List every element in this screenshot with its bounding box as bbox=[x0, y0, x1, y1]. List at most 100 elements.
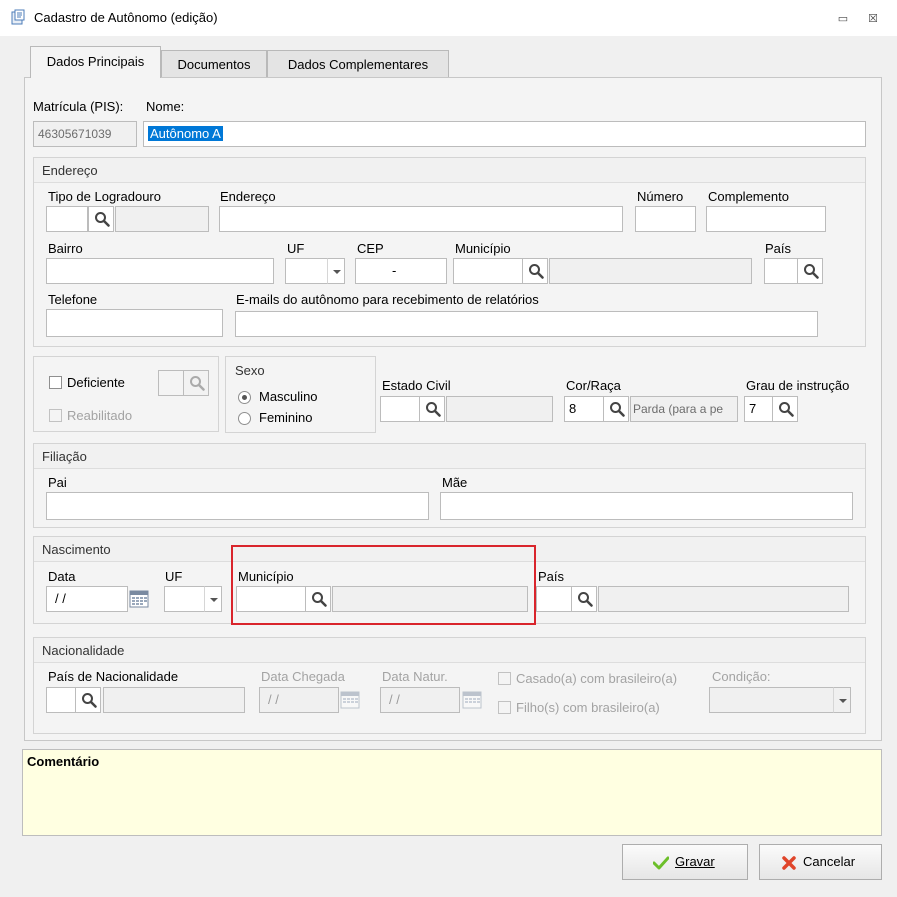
tipo-logradouro-search-button[interactable] bbox=[88, 206, 114, 232]
tab-dados-principais[interactable]: Dados Principais bbox=[30, 46, 161, 78]
calendar-icon[interactable] bbox=[126, 586, 152, 612]
gravar-button[interactable]: Gravar bbox=[622, 844, 748, 880]
bairro-input[interactable] bbox=[46, 258, 274, 284]
tab-dados-complementares[interactable]: Dados Complementares bbox=[267, 50, 449, 78]
pais-nascimento-search-button[interactable] bbox=[571, 586, 597, 612]
cep-input[interactable]: - bbox=[355, 258, 447, 284]
municipio-search-button[interactable] bbox=[522, 258, 548, 284]
complemento-input[interactable] bbox=[706, 206, 826, 232]
estado-civil-desc-field bbox=[446, 396, 553, 422]
deficiencia-search-button bbox=[183, 370, 209, 396]
pais-nacionalidade-search-button[interactable] bbox=[75, 687, 101, 713]
pais-nacionalidade-code-input[interactable] bbox=[46, 687, 76, 713]
tipo-logradouro-label: Tipo de Logradouro bbox=[48, 189, 161, 204]
pais-search-button[interactable] bbox=[797, 258, 823, 284]
search-icon bbox=[578, 592, 593, 607]
matricula-field[interactable]: 46305671039 bbox=[33, 121, 137, 147]
tab-label: Dados Principais bbox=[46, 54, 145, 69]
uf-label: UF bbox=[287, 241, 305, 256]
chevron-down-icon[interactable] bbox=[204, 586, 222, 612]
chevron-down-icon bbox=[833, 687, 851, 713]
bairro-label: Bairro bbox=[48, 241, 83, 256]
filiacao-header: Filiação bbox=[34, 444, 865, 469]
tab-documentos[interactable]: Documentos bbox=[161, 50, 267, 78]
pai-label: Pai bbox=[48, 475, 67, 490]
matricula-label: Matrícula (PIS): bbox=[33, 99, 124, 114]
search-icon bbox=[529, 264, 544, 279]
endereco-title: Endereço bbox=[42, 163, 98, 178]
nascimento-title: Nascimento bbox=[42, 542, 111, 557]
uf-nascimento-label: UF bbox=[165, 569, 183, 584]
uf-nascimento-select[interactable] bbox=[164, 586, 208, 612]
filho-brasileiro-checkbox bbox=[498, 701, 511, 714]
minimize-icon[interactable]: ▭ bbox=[836, 12, 850, 26]
pais-nacionalidade-desc-field bbox=[103, 687, 245, 713]
pais-nascimento-label: País bbox=[538, 569, 565, 584]
masculino-label: Masculino bbox=[259, 389, 318, 404]
cor-raca-search-button[interactable] bbox=[603, 396, 629, 422]
casado-brasileiro-checkbox bbox=[498, 672, 511, 685]
nome-label: Nome: bbox=[146, 99, 185, 114]
tab-label: Documentos bbox=[177, 57, 251, 72]
gravar-label: Gravar bbox=[675, 854, 715, 869]
deficiencia-code-input bbox=[158, 370, 184, 396]
search-icon bbox=[95, 212, 110, 227]
emails-input[interactable] bbox=[235, 311, 818, 337]
grau-instrucao-search-button[interactable] bbox=[772, 396, 798, 422]
checkmark-icon bbox=[653, 856, 669, 870]
tipo-logradouro-desc-field bbox=[115, 206, 209, 232]
highlight-box bbox=[231, 545, 536, 625]
calendar-icon bbox=[337, 687, 363, 713]
cor-raca-code-input[interactable]: 8 bbox=[564, 396, 604, 422]
search-icon bbox=[190, 376, 205, 391]
filiacao-title: Filiação bbox=[42, 449, 87, 464]
casado-brasileiro-label: Casado(a) com brasileiro(a) bbox=[516, 671, 678, 686]
pais-nascimento-code-input[interactable] bbox=[536, 586, 572, 612]
grau-instrucao-code-input[interactable]: 7 bbox=[744, 396, 773, 422]
emails-label: E-mails do autônomo para recebimento de … bbox=[236, 292, 539, 307]
title-bar[interactable]: Cadastro de Autônomo (edição) ▭ ☒ bbox=[0, 0, 897, 36]
endereco-input[interactable] bbox=[219, 206, 623, 232]
data-natur-input: / / bbox=[380, 687, 460, 713]
municipio-code-input[interactable] bbox=[453, 258, 523, 284]
tab-label: Dados Complementares bbox=[287, 57, 429, 72]
condicao-label: Condição: bbox=[712, 669, 771, 684]
pais-nacionalidade-label: País de Nacionalidade bbox=[48, 669, 179, 684]
pai-input[interactable] bbox=[46, 492, 429, 520]
pais-label: País bbox=[765, 241, 792, 256]
pais-code-input[interactable] bbox=[764, 258, 798, 284]
cor-raca-label: Cor/Raça bbox=[566, 378, 621, 393]
deficiente-label: Deficiente bbox=[67, 375, 125, 390]
data-nascimento-label: Data bbox=[48, 569, 76, 584]
chevron-down-icon[interactable] bbox=[327, 258, 345, 284]
cancel-x-icon bbox=[782, 856, 796, 870]
dialog-window: Cadastro de Autônomo (edição) ▭ ☒ Dados … bbox=[0, 0, 897, 897]
cancelar-button[interactable]: Cancelar bbox=[759, 844, 882, 880]
nacionalidade-group: Nacionalidade bbox=[33, 637, 866, 734]
tipo-logradouro-code-input[interactable] bbox=[46, 206, 88, 232]
municipio-desc-field bbox=[549, 258, 752, 284]
comentario-textarea[interactable]: Comentário bbox=[22, 749, 882, 836]
search-icon bbox=[82, 693, 97, 708]
masculino-radio[interactable] bbox=[238, 391, 251, 404]
nome-selected-text: Autônomo A bbox=[148, 126, 223, 141]
feminino-label: Feminino bbox=[259, 410, 313, 425]
estado-civil-search-button[interactable] bbox=[419, 396, 445, 422]
cep-label: CEP bbox=[357, 241, 384, 256]
search-icon bbox=[779, 402, 794, 417]
nome-input[interactable]: Autônomo A bbox=[143, 121, 866, 147]
uf-select[interactable] bbox=[285, 258, 329, 284]
close-icon[interactable]: ☒ bbox=[866, 12, 880, 26]
deficiente-checkbox[interactable] bbox=[49, 376, 62, 389]
mae-input[interactable] bbox=[440, 492, 853, 520]
data-nascimento-input[interactable]: / / bbox=[46, 586, 128, 612]
telefone-input[interactable] bbox=[46, 309, 223, 337]
numero-label: Número bbox=[637, 189, 684, 204]
feminino-radio[interactable] bbox=[238, 412, 251, 425]
endereco-label: Endereço bbox=[220, 189, 276, 204]
search-icon bbox=[610, 402, 625, 417]
data-chegada-label: Data Chegada bbox=[261, 669, 345, 684]
telefone-label: Telefone bbox=[48, 292, 98, 307]
estado-civil-code-input[interactable] bbox=[380, 396, 420, 422]
numero-input[interactable] bbox=[635, 206, 696, 232]
